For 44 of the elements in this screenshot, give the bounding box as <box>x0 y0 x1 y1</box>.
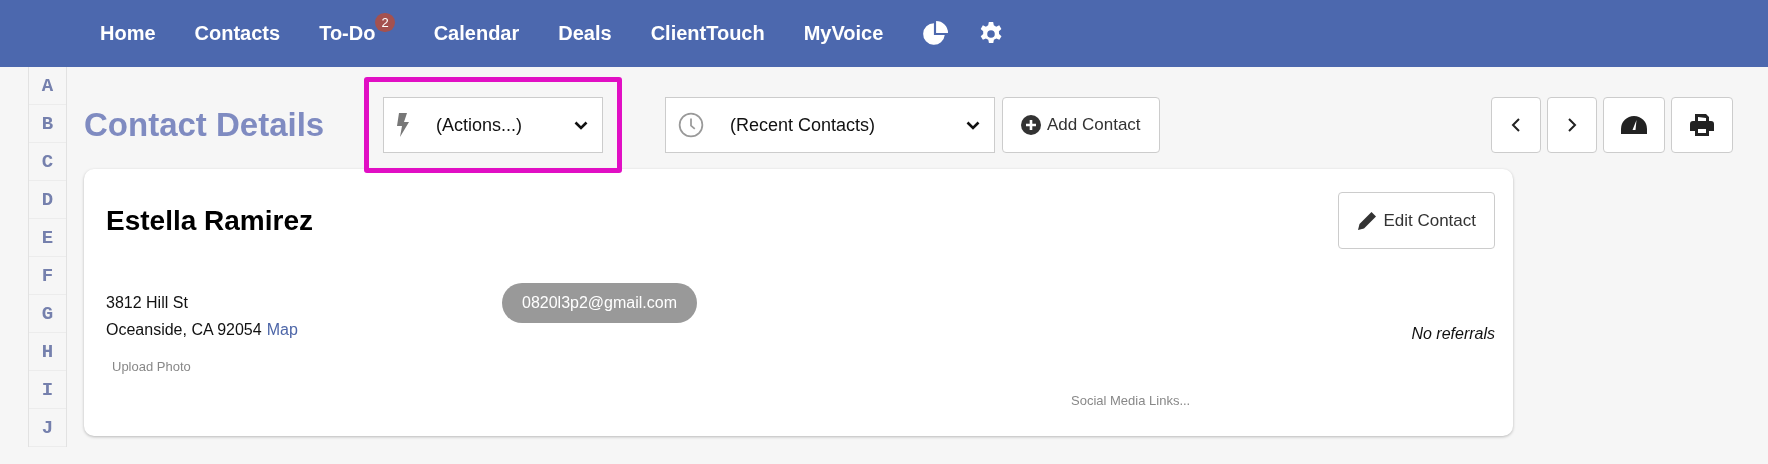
lightning-icon <box>396 113 410 137</box>
index-letter[interactable]: C <box>29 143 66 181</box>
index-letter[interactable]: J <box>29 409 66 447</box>
nav-link[interactable]: MyVoice <box>803 22 884 45</box>
chevron-down-icon <box>966 120 980 130</box>
nav-link[interactable]: Home <box>100 22 156 45</box>
index-letter[interactable]: H <box>29 333 66 371</box>
page-title: Contact Details <box>84 106 326 144</box>
plus-circle-icon <box>1021 115 1041 135</box>
chevron-down-icon <box>574 120 588 130</box>
contact-name: Estella Ramirez <box>106 204 313 237</box>
index-letter[interactable]: I <box>29 371 66 409</box>
social-media-link[interactable]: Social Media Links... <box>1071 393 1191 408</box>
gauge-icon <box>1621 116 1647 134</box>
clock-icon <box>678 112 704 138</box>
print-button[interactable] <box>1671 97 1733 153</box>
address-line: 3812 Hill St <box>106 294 188 311</box>
index-letter[interactable]: D <box>29 181 66 219</box>
address-line: Oceanside, CA 92054 <box>106 321 262 338</box>
referrals-text: No referrals <box>1411 325 1495 343</box>
count-badge: 2 <box>375 13 395 32</box>
nav-link[interactable]: ClientTouch <box>650 22 765 45</box>
pencil-icon <box>1357 210 1378 231</box>
recent-contacts-dropdown[interactable]: (Recent Contacts) <box>665 97 995 153</box>
email-pill[interactable]: 0820l3p2@gmail.com <box>502 283 697 323</box>
actions-dropdown[interactable]: (Actions...) <box>383 97 603 153</box>
upload-photo-link[interactable]: Upload Photo <box>112 359 191 374</box>
nav-link[interactable]: To-Do <box>319 22 376 45</box>
index-letter[interactable]: G <box>29 295 66 333</box>
add-contact-button[interactable]: Add Contact <box>1002 97 1160 153</box>
nav-link[interactable]: Calendar <box>433 22 520 45</box>
dashboard-button[interactable] <box>1603 97 1665 153</box>
index-letter[interactable]: A <box>29 67 66 105</box>
edit-contact-button[interactable]: Edit Contact <box>1338 192 1495 249</box>
map-link[interactable]: Map <box>266 321 298 338</box>
index-letter[interactable]: E <box>29 219 66 257</box>
nav-link[interactable]: Contacts <box>194 22 281 45</box>
chevron-right-icon <box>1567 117 1577 133</box>
chevron-left-icon <box>1511 117 1521 133</box>
printer-icon <box>1690 114 1714 136</box>
index-letter[interactable]: B <box>29 105 66 143</box>
nav-link[interactable]: Deals <box>558 22 612 45</box>
pie-chart-icon[interactable] <box>922 20 949 47</box>
index-letter[interactable]: F <box>29 257 66 295</box>
